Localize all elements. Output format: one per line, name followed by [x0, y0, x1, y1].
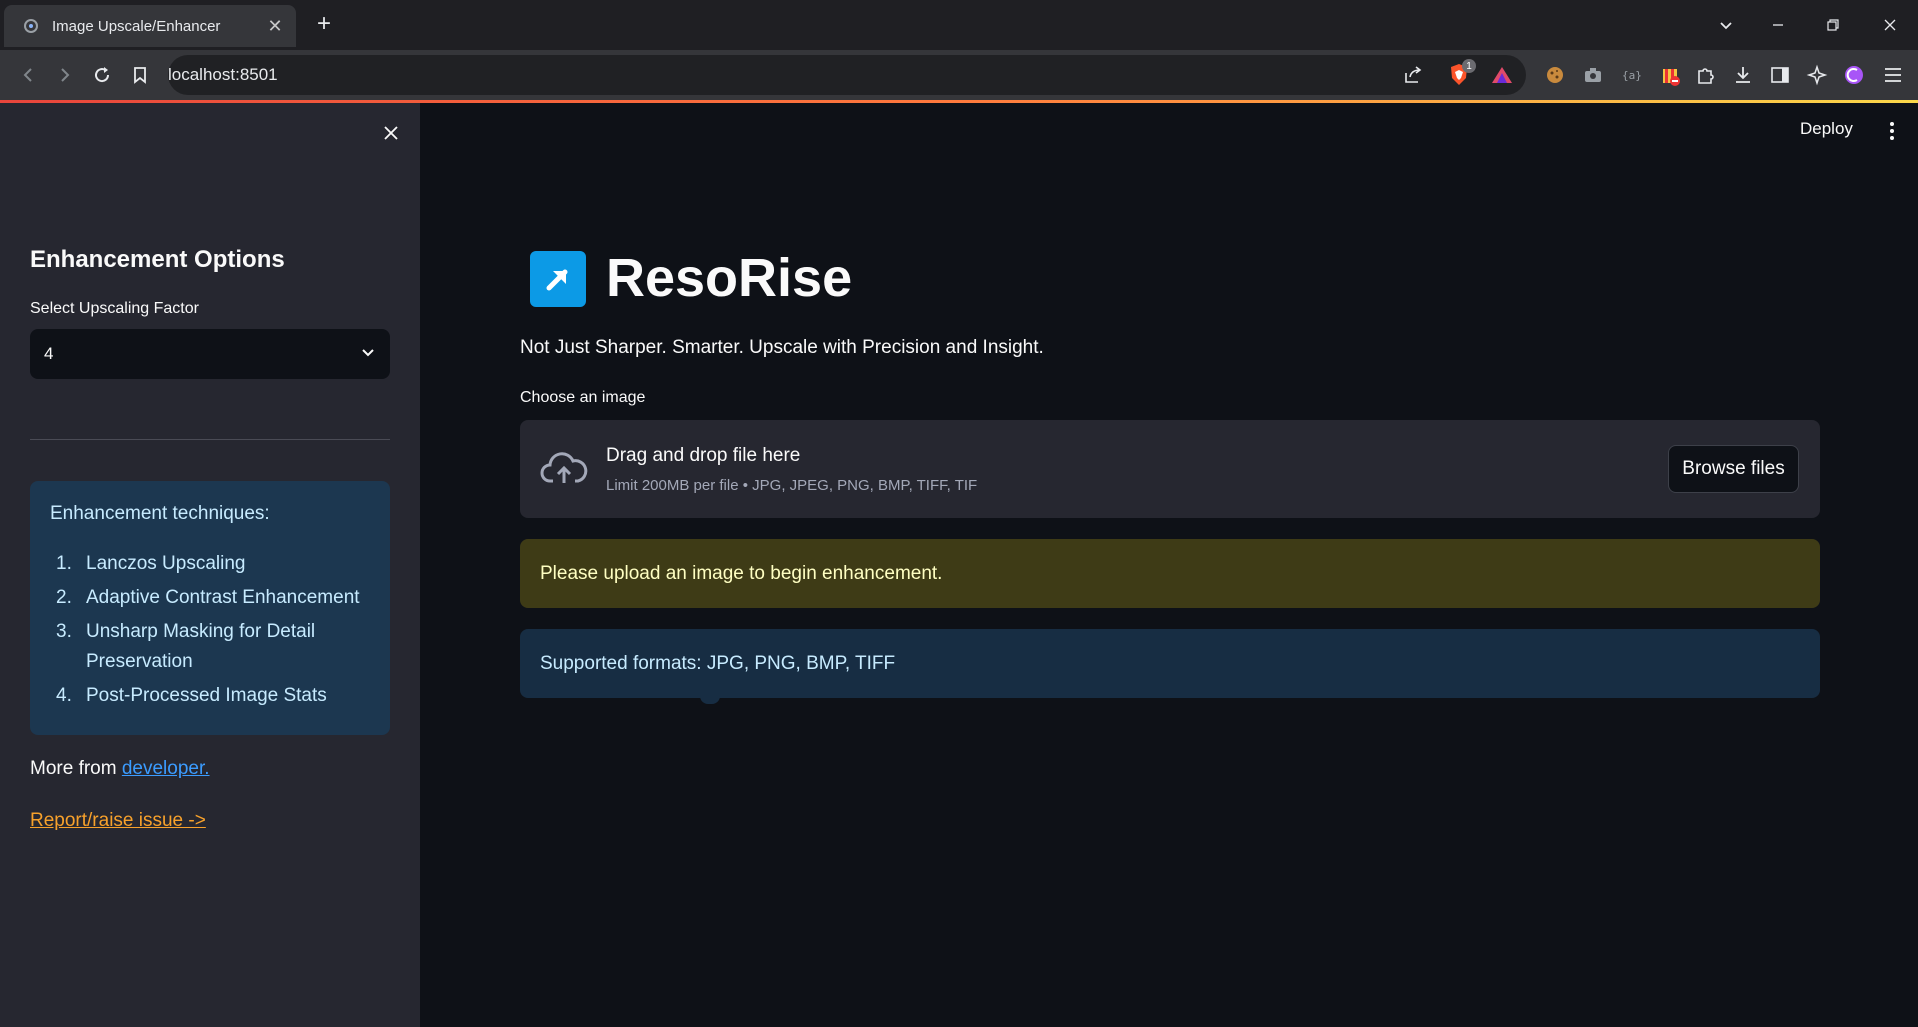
more-from-text: More from developer.: [30, 758, 210, 780]
sidebar-divider: [30, 439, 390, 440]
dropzone-title: Drag and drop file here: [606, 445, 801, 466]
upscaling-factor-select[interactable]: 4: [30, 329, 390, 379]
chevron-down-icon: [360, 344, 376, 365]
tab-title: Image Upscale/Enhancer: [52, 17, 221, 35]
upscaling-factor-value: 4: [44, 344, 54, 363]
list-item-text: Lanczos Upscaling: [86, 553, 246, 574]
code-extension-icon[interactable]: {a}: [1619, 63, 1643, 87]
forward-icon[interactable]: [52, 62, 78, 88]
leo-ai-icon[interactable]: [1805, 63, 1829, 87]
main-menu-icon[interactable]: [1882, 119, 1902, 143]
list-item: 2. Adaptive Contrast Enhancement: [50, 583, 370, 613]
techniques-heading: Enhancement techniques:: [50, 503, 270, 524]
techniques-list: 1. Lanczos Upscaling 2. Adaptive Contras…: [50, 549, 370, 711]
sidebar-title: Enhancement Options: [30, 246, 285, 273]
supported-formats-info: Supported formats: JPG, PNG, BMP, TIFF: [520, 629, 1820, 698]
svg-text:{a}: {a}: [1622, 69, 1641, 82]
list-item-text: Unsharp Masking for Detail Preservation: [86, 621, 316, 672]
app-subtitle: Not Just Sharper. Smarter. Upscale with …: [520, 337, 1044, 358]
list-item-text: Adaptive Contrast Enhancement: [86, 587, 360, 608]
reload-icon[interactable]: [89, 62, 115, 88]
downloads-icon[interactable]: [1731, 63, 1755, 87]
profile-icon[interactable]: [1842, 63, 1866, 87]
list-item: 4. Post-Processed Image Stats: [50, 681, 370, 711]
browser-tab[interactable]: Image Upscale/Enhancer ✕: [4, 5, 296, 47]
close-window-icon[interactable]: [1875, 10, 1905, 40]
list-item: 1. Lanczos Upscaling: [50, 549, 370, 579]
popcorn-extension-icon[interactable]: [1659, 63, 1683, 87]
list-item-text: Post-Processed Image Stats: [86, 685, 327, 706]
techniques-info-box: Enhancement techniques: 1. Lanczos Upsca…: [30, 481, 390, 735]
tab-close-icon[interactable]: ✕: [264, 15, 286, 37]
cloud-upload-icon: [540, 449, 588, 489]
streamlit-favicon-icon: [22, 17, 40, 35]
list-item-number: 4.: [56, 685, 72, 706]
extensions-puzzle-icon[interactable]: [1694, 63, 1718, 87]
share-icon[interactable]: [1401, 63, 1425, 87]
brave-shields-badge: 1: [1462, 59, 1476, 73]
sidebar: Enhancement Options Select Upscaling Fac…: [0, 103, 420, 1027]
back-icon[interactable]: [15, 62, 41, 88]
restore-icon[interactable]: [1818, 10, 1848, 40]
brave-rewards-icon[interactable]: [1490, 63, 1514, 87]
file-dropzone[interactable]: Drag and drop file here Limit 200MB per …: [520, 420, 1820, 518]
deploy-button[interactable]: Deploy: [1800, 119, 1853, 139]
sidebar-toggle-icon[interactable]: [1768, 63, 1792, 87]
bookmark-icon[interactable]: [127, 62, 153, 88]
url-text: localhost:8501: [168, 65, 278, 84]
list-item: 3. Unsharp Masking for Detail Preservati…: [50, 617, 370, 677]
more-from-prefix: More from: [30, 758, 122, 779]
address-bar[interactable]: localhost:8501: [168, 55, 1526, 704]
cookie-extension-icon[interactable]: [1543, 63, 1567, 87]
browser-tab-bar: Image Upscale/Enhancer ✕ +: [0, 0, 1918, 50]
upload-warning-alert: Please upload an image to begin enhancem…: [520, 539, 1820, 608]
tab-search-chevron-icon[interactable]: [1711, 10, 1741, 40]
arrow-up-right-icon: [530, 251, 586, 307]
browser-toolbar: localhost:8501 1 {a}: [0, 50, 1918, 704]
minimize-icon[interactable]: [1763, 10, 1793, 40]
upscaling-factor-label: Select Upscaling Factor: [30, 300, 199, 317]
list-item-number: 2.: [56, 587, 72, 608]
browse-files-button[interactable]: Browse files: [1668, 445, 1799, 493]
list-item-number: 3.: [56, 621, 72, 642]
list-item-number: 1.: [56, 553, 72, 574]
camera-extension-icon[interactable]: [1581, 63, 1605, 87]
uploader-label: Choose an image: [520, 389, 646, 406]
new-tab-icon[interactable]: +: [312, 10, 336, 37]
report-issue-link[interactable]: Report/raise issue ->: [30, 810, 206, 832]
developer-link[interactable]: developer.: [122, 758, 210, 779]
dropzone-limits: Limit 200MB per file • JPG, JPEG, PNG, B…: [606, 477, 978, 494]
browser-menu-icon[interactable]: [1881, 63, 1905, 87]
sidebar-close-icon[interactable]: [378, 120, 404, 146]
app-title: ResoRise: [606, 248, 853, 308]
